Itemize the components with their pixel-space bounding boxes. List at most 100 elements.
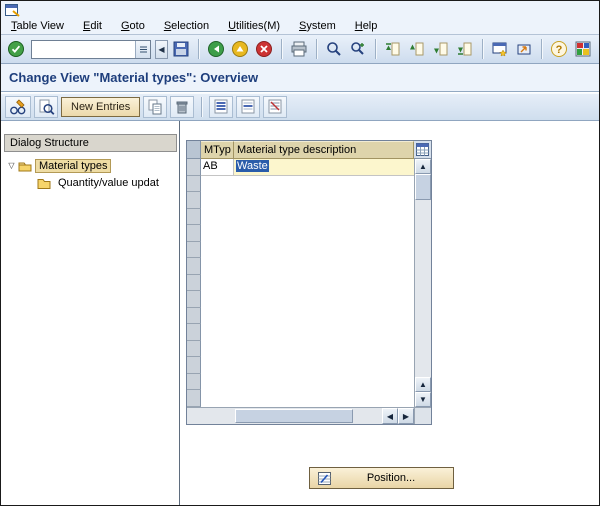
column-header-mtyp[interactable]: MTyp bbox=[201, 141, 234, 159]
panel-splitter[interactable] bbox=[179, 121, 180, 505]
toolbar-separator bbox=[201, 97, 203, 117]
position-icon bbox=[318, 471, 331, 485]
create-shortcut-icon[interactable] bbox=[513, 38, 535, 60]
overview-icon[interactable] bbox=[34, 96, 58, 118]
title-bar: Change View "Material types": Overview bbox=[1, 64, 599, 92]
cancel-icon[interactable] bbox=[253, 38, 275, 60]
select-all-icon[interactable] bbox=[209, 96, 234, 118]
tree-item-material-types[interactable]: ▽ Material types bbox=[5, 157, 112, 174]
next-page-icon[interactable] bbox=[430, 38, 452, 60]
scroll-down-icon[interactable]: ▼ bbox=[415, 392, 431, 407]
row-selector[interactable] bbox=[187, 373, 201, 391]
tree-item-label: Material types bbox=[35, 158, 112, 173]
table-body: AB Waste ▲ ▲ ▼ bbox=[187, 159, 431, 407]
delete-icon[interactable] bbox=[170, 96, 195, 118]
save-icon[interactable] bbox=[170, 38, 192, 60]
sap-window: Table View Edit Goto Selection Utilities… bbox=[0, 0, 600, 506]
toolbar-separator bbox=[482, 39, 483, 59]
toolbar-separator bbox=[281, 39, 282, 59]
table-data-area: AB Waste bbox=[201, 159, 414, 407]
select-block-icon[interactable] bbox=[236, 96, 261, 118]
find-next-icon[interactable] bbox=[347, 38, 369, 60]
print-icon[interactable] bbox=[288, 38, 310, 60]
scroll-right-icon[interactable]: ▶ bbox=[398, 408, 414, 424]
column-header-description[interactable]: Material type description bbox=[234, 141, 414, 159]
command-field-collapse-icon[interactable]: ◀ bbox=[155, 39, 168, 59]
table-header-row: MTyp Material type description bbox=[187, 141, 431, 159]
menu-system[interactable]: System bbox=[297, 19, 338, 33]
table-settings-icon[interactable] bbox=[414, 141, 431, 159]
open-folder-icon bbox=[18, 162, 32, 171]
row-selector-column bbox=[187, 159, 201, 407]
menu-bar: Table View Edit Goto Selection Utilities… bbox=[9, 17, 379, 34]
position-button[interactable]: Position... bbox=[309, 467, 454, 489]
row-selector[interactable] bbox=[187, 291, 201, 308]
dialog-structure-header: Dialog Structure bbox=[4, 134, 177, 152]
enter-icon[interactable] bbox=[5, 38, 27, 60]
scroll-up-icon[interactable]: ▲ bbox=[415, 159, 431, 174]
menu-help[interactable]: Help bbox=[353, 19, 380, 33]
vertical-scroll-track[interactable] bbox=[415, 200, 431, 377]
row-selector[interactable] bbox=[187, 241, 201, 259]
row-selector[interactable] bbox=[187, 274, 201, 292]
deselect-all-icon[interactable] bbox=[263, 96, 288, 118]
menu-edit[interactable]: Edit bbox=[81, 19, 104, 33]
system-menu-icon[interactable] bbox=[5, 3, 20, 17]
row-selector[interactable] bbox=[187, 225, 201, 242]
copy-as-icon[interactable] bbox=[143, 96, 168, 118]
standard-toolbar: ◀ ? bbox=[1, 35, 599, 64]
row-selector[interactable] bbox=[187, 390, 201, 407]
row-selector[interactable] bbox=[187, 357, 201, 374]
row-selector[interactable] bbox=[187, 258, 201, 275]
material-types-table: MTyp Material type description AB Waste … bbox=[186, 140, 432, 425]
row-selector[interactable] bbox=[187, 159, 201, 176]
command-field-list-icon[interactable] bbox=[135, 40, 150, 58]
help-icon[interactable]: ? bbox=[548, 38, 570, 60]
exit-icon[interactable] bbox=[229, 38, 251, 60]
screen-area: Dialog Structure ▽ Material types Quanti… bbox=[1, 121, 599, 505]
selected-text: Waste bbox=[236, 160, 269, 172]
expanded-triangle-icon[interactable]: ▽ bbox=[5, 161, 18, 170]
back-icon[interactable] bbox=[205, 38, 227, 60]
tree-item-label: Quantity/value updat bbox=[58, 176, 159, 189]
cell-description[interactable]: Waste bbox=[234, 159, 414, 176]
new-entries-button[interactable]: New Entries bbox=[61, 97, 141, 117]
tree-item-quantity-value[interactable]: Quantity/value updat bbox=[37, 174, 163, 191]
menu-utilities[interactable]: Utilities(M) bbox=[226, 19, 282, 33]
row-selector[interactable] bbox=[187, 192, 201, 209]
horizontal-scroll-track[interactable] bbox=[187, 408, 382, 424]
change-display-icon[interactable] bbox=[5, 96, 31, 118]
row-selector[interactable] bbox=[187, 175, 201, 193]
svg-text:?: ? bbox=[556, 44, 563, 56]
toolbar-separator bbox=[198, 39, 199, 59]
menu-selection[interactable]: Selection bbox=[162, 19, 211, 33]
row-selector[interactable] bbox=[187, 340, 201, 358]
horizontal-scrollbar: ◀ ▶ bbox=[187, 407, 431, 424]
last-page-icon[interactable] bbox=[454, 38, 476, 60]
application-toolbar: New Entries bbox=[1, 93, 599, 121]
cell-mtyp[interactable]: AB bbox=[201, 159, 234, 176]
table-row: AB Waste bbox=[201, 159, 414, 176]
folder-icon bbox=[37, 178, 51, 189]
menu-goto[interactable]: Goto bbox=[119, 19, 147, 33]
select-all-column-header[interactable] bbox=[187, 141, 201, 159]
horizontal-scroll-thumb[interactable] bbox=[235, 409, 353, 423]
new-session-icon[interactable] bbox=[489, 38, 511, 60]
first-page-icon[interactable] bbox=[382, 38, 404, 60]
row-selector[interactable] bbox=[187, 324, 201, 341]
position-button-label: Position... bbox=[366, 472, 416, 484]
scroll-left-icon[interactable]: ◀ bbox=[382, 408, 398, 424]
vertical-scroll-thumb[interactable] bbox=[415, 174, 431, 200]
find-icon[interactable] bbox=[323, 38, 345, 60]
scroll-up-icon[interactable]: ▲ bbox=[415, 377, 431, 392]
toolbar-separator bbox=[316, 39, 317, 59]
scrollbar-corner bbox=[414, 408, 431, 424]
previous-page-icon[interactable] bbox=[406, 38, 428, 60]
row-selector[interactable] bbox=[187, 307, 201, 325]
menu-table-view[interactable]: Table View bbox=[9, 19, 66, 33]
customize-layout-icon[interactable] bbox=[572, 38, 594, 60]
toolbar-separator bbox=[375, 39, 376, 59]
command-field[interactable] bbox=[31, 39, 151, 59]
command-input[interactable] bbox=[32, 41, 135, 57]
row-selector[interactable] bbox=[187, 208, 201, 226]
